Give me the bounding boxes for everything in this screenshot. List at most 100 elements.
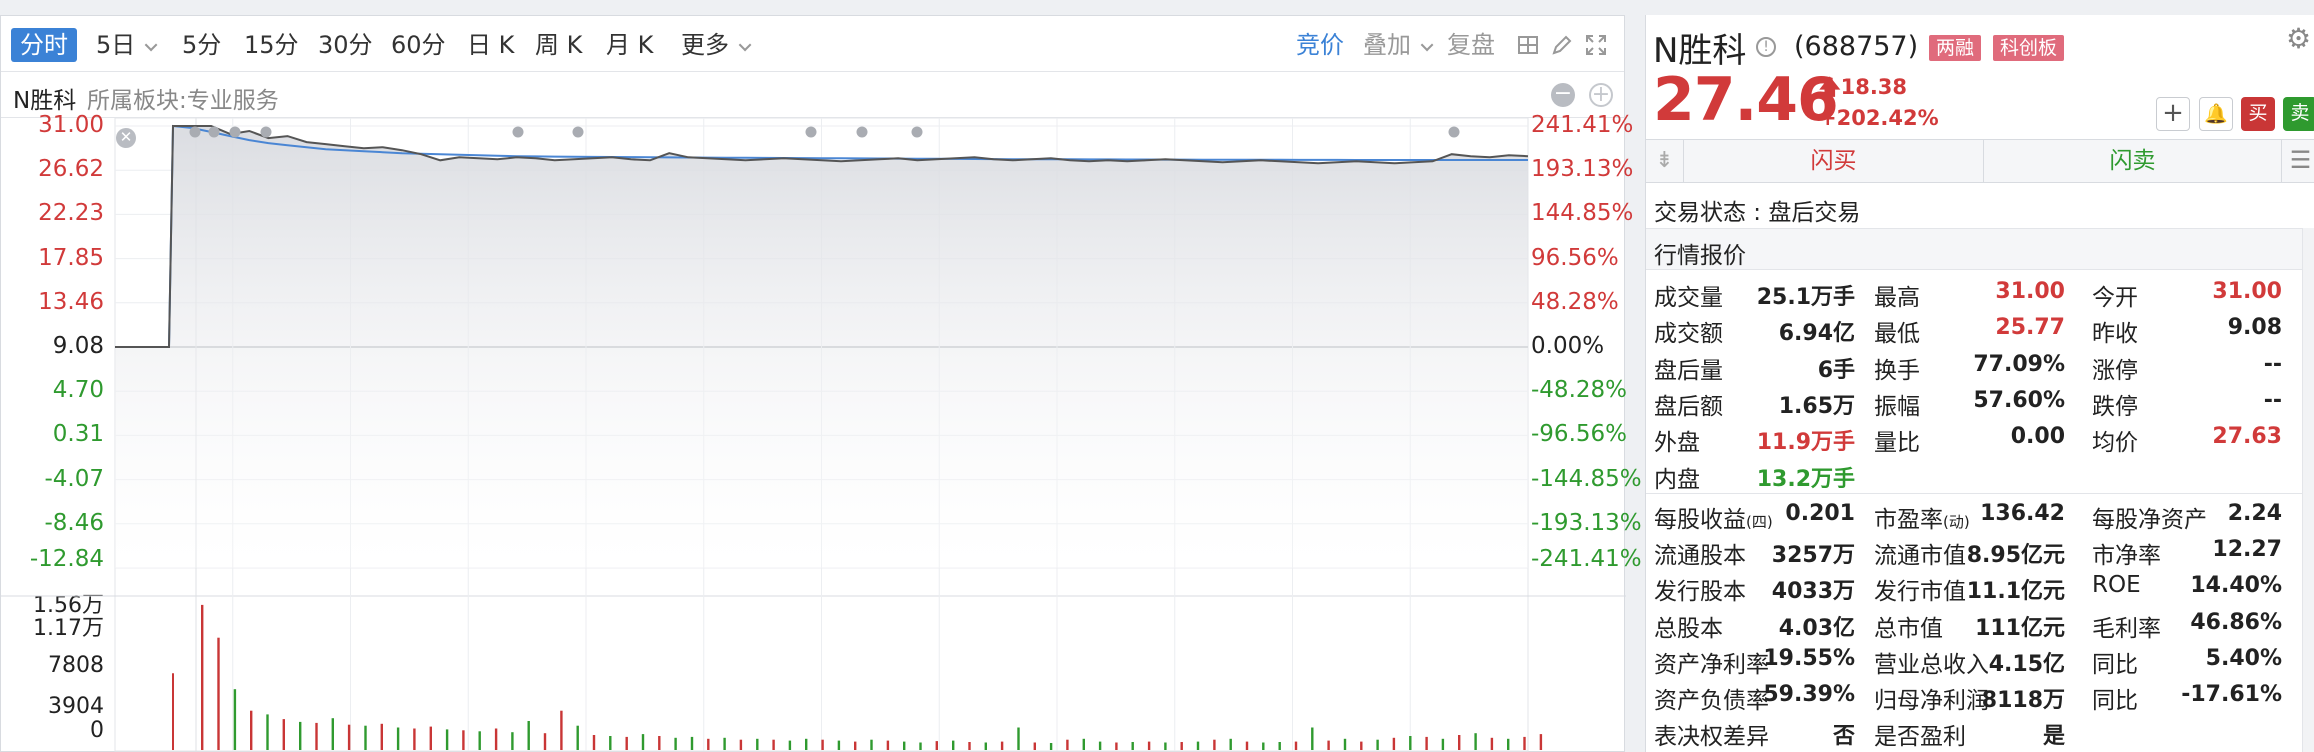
quote-value: 6.94亿: [1778, 321, 1855, 347]
volume-bar: [1294, 741, 1298, 750]
quote-value: 13.2万手: [1756, 466, 1855, 492]
menu-icon[interactable]: ☰: [2286, 140, 2314, 182]
quote-label: 市盈率(动): [1874, 507, 1970, 533]
volume-bar: [903, 741, 906, 750]
volume-bar: [886, 740, 890, 750]
quote-panel: N胜科 ! (688757) 两融 科创板 ⚙ 27.46 🡅18.38 +20…: [1645, 15, 2314, 752]
volume-bar: [250, 710, 253, 750]
volume-bar: [1115, 742, 1118, 750]
tab-15min[interactable]: 15分: [244, 28, 299, 62]
star-market-badge: 科创板: [1993, 35, 2065, 61]
quote-label: 营业总收入: [1874, 651, 1989, 678]
volume-bar: [315, 722, 318, 750]
event-dot: [911, 126, 923, 138]
replay-button[interactable]: 复盘: [1447, 28, 1495, 62]
quote-value: 25.1万手: [1756, 285, 1855, 310]
quote-value: 0.201: [1785, 501, 1855, 526]
quote-value: 6手: [1817, 357, 1855, 383]
tab-5day-label: 5日: [96, 31, 136, 59]
intraday-chart[interactable]: [1, 118, 1626, 752]
tab-30min[interactable]: 30分: [318, 28, 373, 62]
tab-monthly-k[interactable]: 月 K: [606, 28, 653, 62]
flash-sell-button[interactable]: 闪卖: [1984, 140, 2282, 182]
volume-bar: [968, 742, 971, 750]
flash-buy-button[interactable]: 闪买: [1684, 140, 1984, 182]
volume-bar: [952, 740, 955, 750]
volume-bar: [282, 719, 285, 750]
tab-5day[interactable]: 5日: [96, 28, 158, 62]
volume-bar: [821, 739, 824, 750]
quote-label: 发行股本: [1654, 579, 1746, 606]
info-icon[interactable]: !: [1756, 37, 1776, 57]
quote-label: 每股收益(四): [1654, 507, 1773, 533]
volume-bar: [1474, 733, 1477, 750]
volume-bar: [1343, 738, 1347, 750]
quote-value: 11.9万手: [1756, 430, 1855, 456]
volume-bar: [543, 733, 547, 750]
tab-more[interactable]: 更多: [681, 28, 752, 62]
sell-button[interactable]: 卖: [2283, 97, 2314, 131]
add-watchlist-button[interactable]: +: [2156, 97, 2190, 131]
volume-bar: [658, 736, 661, 750]
quote-value: 是: [2042, 724, 2065, 750]
buy-button[interactable]: 买: [2241, 97, 2275, 131]
volume-bar: [625, 736, 628, 750]
fullscreen-icon[interactable]: [1585, 34, 1607, 56]
event-dot: [512, 126, 524, 138]
volume-bar: [870, 739, 873, 750]
tab-60min[interactable]: 60分: [391, 28, 446, 62]
volume-bar: [1327, 740, 1330, 750]
volume-bar: [201, 604, 204, 750]
zoom-out-button[interactable]: −: [1551, 83, 1575, 107]
volume-bar: [592, 735, 596, 750]
volume-bar: [1213, 739, 1216, 750]
volume-bar: [1066, 739, 1069, 750]
volume-bar: [935, 741, 938, 750]
quote-label: 市净率: [2092, 543, 2161, 570]
quote-scrollbar[interactable]: [2302, 228, 2314, 752]
tab-weekly-k[interactable]: 周 K: [535, 28, 582, 62]
quote-value: 8118万: [1981, 688, 2065, 713]
overlay-button[interactable]: 叠加: [1363, 28, 1434, 62]
tab-5min[interactable]: 5分: [182, 28, 221, 62]
collapse-icon[interactable]: ⇟: [1646, 140, 1684, 182]
auction-button[interactable]: 竞价: [1296, 28, 1344, 62]
volume-bar: [233, 689, 237, 750]
volume-bar: [1409, 736, 1412, 750]
draw-pen-icon[interactable]: [1551, 34, 1573, 56]
volume-bar: [1196, 741, 1200, 750]
quote-value: 否: [1832, 724, 1855, 750]
event-dot: [856, 126, 868, 138]
close-icon[interactable]: ✕: [116, 128, 136, 148]
margin-badge: 两融: [1929, 35, 1982, 61]
quote-label: 振幅: [1874, 393, 1920, 420]
alert-bell-button[interactable]: 🔔: [2199, 97, 2233, 131]
flash-trade-bar: ⇟ 闪买 闪卖 ☰: [1646, 139, 2314, 183]
event-dot: [572, 126, 584, 138]
quote-value: 4.03亿: [1778, 615, 1855, 641]
quote-label: 流通市值: [1874, 543, 1966, 570]
volume-bar: [462, 730, 465, 750]
volume-bar: [984, 742, 987, 750]
gear-icon[interactable]: ⚙: [2286, 22, 2311, 55]
volume-bar: [1033, 742, 1036, 750]
quote-label: 发行市值: [1874, 579, 1966, 606]
price-area-fill: [115, 126, 1528, 568]
quote-label: 总市值: [1874, 615, 1943, 642]
arrow-up-icon: 🡅: [1819, 75, 1841, 99]
bell-icon: 🔔: [2204, 103, 2228, 125]
tab-intraday[interactable]: 分时: [11, 28, 77, 62]
quote-label: 同比: [2092, 651, 2138, 678]
layout-grid-icon[interactable]: [1517, 34, 1539, 56]
zoom-in-button[interactable]: +: [1589, 83, 1613, 107]
sector-label[interactable]: 所属板块:专业服务: [87, 81, 279, 115]
quote-label: 内盘: [1654, 466, 1700, 493]
quote-value: 5.40%: [2205, 645, 2282, 671]
quote-label: 换手: [1874, 357, 1920, 384]
quote-label-sub: (四): [1746, 513, 1773, 531]
volume-bar: [1082, 738, 1085, 750]
quote-value: 8.95亿元: [1966, 543, 2065, 569]
volume-bar: [1311, 727, 1314, 750]
tab-daily-k[interactable]: 日 K: [467, 28, 514, 62]
quote-value: 4033万: [1771, 579, 1855, 605]
